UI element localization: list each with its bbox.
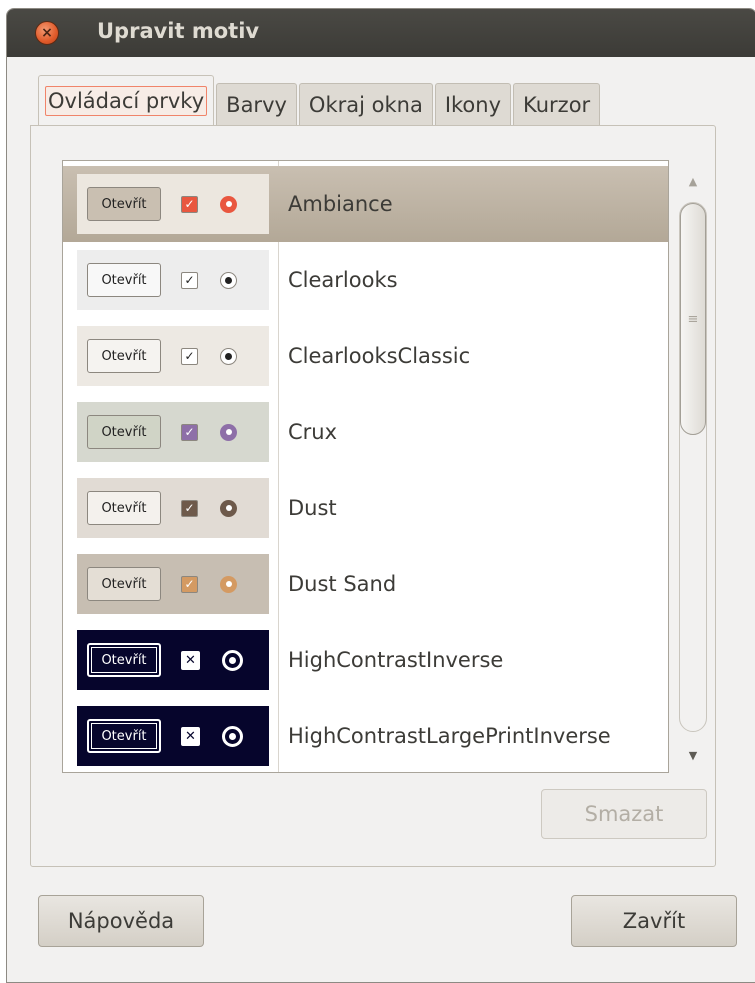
preview-radio-icon xyxy=(222,649,243,671)
help-button[interactable]: Nápověda xyxy=(38,895,204,947)
theme-list[interactable]: Otevřít ✓ Ambiance Otevřít ✓ Clearlooks Otevří… xyxy=(62,160,669,773)
radio-dot xyxy=(225,201,232,207)
preview-checkbox-icon: ✓ xyxy=(181,423,198,441)
theme-row[interactable]: Otevřít ✓ ClearlooksClassic xyxy=(63,318,668,394)
theme-row[interactable]: Otevřít ✓ Crux xyxy=(63,394,668,470)
theme-row[interactable]: Otevřít ✕ HighContrastLargePrintInverse xyxy=(63,698,668,772)
window-close-button[interactable]: × xyxy=(35,21,59,45)
theme-name: Dust xyxy=(288,496,337,520)
preview-open-button: Otevřít xyxy=(87,491,161,525)
preview-open-button: Otevřít xyxy=(87,263,161,297)
preview-radio-icon xyxy=(220,347,237,365)
preview-radio-icon xyxy=(220,499,237,517)
tab-bar: Ovládací prvky Barvy Okraj okna Ikony Ku… xyxy=(38,75,602,125)
preview-open-button: Otevřít xyxy=(87,339,161,373)
preview-radio-icon xyxy=(222,725,243,747)
theme-preview: Otevřít ✓ xyxy=(77,174,269,234)
tab-label: Ovládací prvky xyxy=(45,85,208,116)
theme-preview: Otevřít ✕ xyxy=(77,706,269,766)
title-bar: × Upravit motiv xyxy=(7,9,755,57)
theme-row[interactable]: Otevřít ✓ Dust Sand xyxy=(63,546,668,622)
radio-dot xyxy=(229,732,236,740)
theme-preview: Otevřít ✓ xyxy=(77,250,269,310)
close-button[interactable]: Zavřít xyxy=(571,895,737,947)
delete-button[interactable]: Smazat xyxy=(541,789,707,839)
scroll-up-arrow-icon[interactable]: ▲ xyxy=(672,170,714,194)
preview-open-button: Otevřít xyxy=(87,643,161,677)
preview-checkbox-icon: ✓ xyxy=(181,575,198,593)
theme-preview: Otevřít ✓ xyxy=(77,402,269,462)
tab-label: Kurzor xyxy=(523,92,591,117)
theme-row[interactable]: Otevřít ✕ HighContrastInverse xyxy=(63,622,668,698)
window-title: Upravit motiv xyxy=(97,19,260,43)
preview-button-label: Otevřít xyxy=(101,500,147,516)
theme-name: ClearlooksClassic xyxy=(288,344,471,368)
preview-open-button: Otevřít xyxy=(87,187,161,221)
preview-button-label: Otevřít xyxy=(101,576,147,592)
preview-radio-icon xyxy=(220,423,237,441)
tab-label: Okraj okna xyxy=(308,92,423,117)
preview-radio-icon xyxy=(220,271,237,289)
theme-row[interactable]: Otevřít ✓ Dust xyxy=(63,470,668,546)
theme-name: Clearlooks xyxy=(288,268,398,292)
theme-preview: Otevřít ✓ xyxy=(77,478,269,538)
radio-dot xyxy=(225,429,232,435)
preview-button-label: Otevřít xyxy=(101,652,147,668)
radio-dot xyxy=(225,505,232,511)
tab-controls[interactable]: Ovládací prvky xyxy=(38,75,215,125)
tab-icons[interactable]: Ikony xyxy=(434,83,512,125)
theme-row[interactable]: Otevřít ✓ Clearlooks xyxy=(63,242,668,318)
preview-button-label: Otevřít xyxy=(101,196,147,212)
theme-name: Crux xyxy=(288,420,338,444)
preview-radio-icon xyxy=(220,575,237,593)
preview-button-label: Otevřít xyxy=(101,272,147,288)
preview-checkbox-icon: ✓ xyxy=(181,347,198,365)
close-icon: × xyxy=(41,25,53,41)
preview-checkbox-icon: ✕ xyxy=(181,726,200,746)
radio-dot xyxy=(225,581,232,587)
preview-open-button: Otevřít xyxy=(87,567,161,601)
preview-button-label: Otevřít xyxy=(101,728,147,744)
tab-window-border[interactable]: Okraj okna xyxy=(298,83,433,125)
preview-button-label: Otevřít xyxy=(101,348,147,364)
radio-dot xyxy=(229,656,236,664)
theme-list-scrollbar[interactable]: ▲ ≡ ▼ xyxy=(672,162,714,772)
preview-checkbox-icon: ✓ xyxy=(181,195,198,213)
preview-radio-icon xyxy=(220,195,237,213)
tab-label: Barvy xyxy=(226,92,287,117)
scrollbar-trough[interactable]: ≡ xyxy=(679,202,707,732)
theme-row[interactable]: Otevřít ✓ Ambiance xyxy=(63,166,668,242)
theme-name: Ambiance xyxy=(288,192,393,216)
preview-checkbox-icon: ✕ xyxy=(181,650,200,670)
tab-colors[interactable]: Barvy xyxy=(216,83,297,125)
preview-checkbox-icon: ✓ xyxy=(181,499,198,517)
theme-name: HighContrastLargePrintInverse xyxy=(288,724,611,748)
preview-button-label: Otevřít xyxy=(101,424,147,440)
preview-open-button: Otevřít xyxy=(87,719,161,753)
scrollbar-thumb[interactable]: ≡ xyxy=(680,203,706,435)
scroll-down-arrow-icon[interactable]: ▼ xyxy=(672,744,714,768)
theme-preview: Otevřít ✕ xyxy=(77,630,269,690)
theme-name: Dust Sand xyxy=(288,572,397,596)
theme-preview: Otevřít ✓ xyxy=(77,326,269,386)
tab-cursor[interactable]: Kurzor xyxy=(513,83,601,125)
radio-dot xyxy=(225,276,232,284)
grip-icon: ≡ xyxy=(687,311,699,327)
tab-label: Ikony xyxy=(444,92,502,117)
radio-dot xyxy=(225,352,232,360)
preview-checkbox-icon: ✓ xyxy=(181,271,198,289)
theme-name: HighContrastInverse xyxy=(288,648,504,672)
preview-open-button: Otevřít xyxy=(87,415,161,449)
theme-preview: Otevřít ✓ xyxy=(77,554,269,614)
